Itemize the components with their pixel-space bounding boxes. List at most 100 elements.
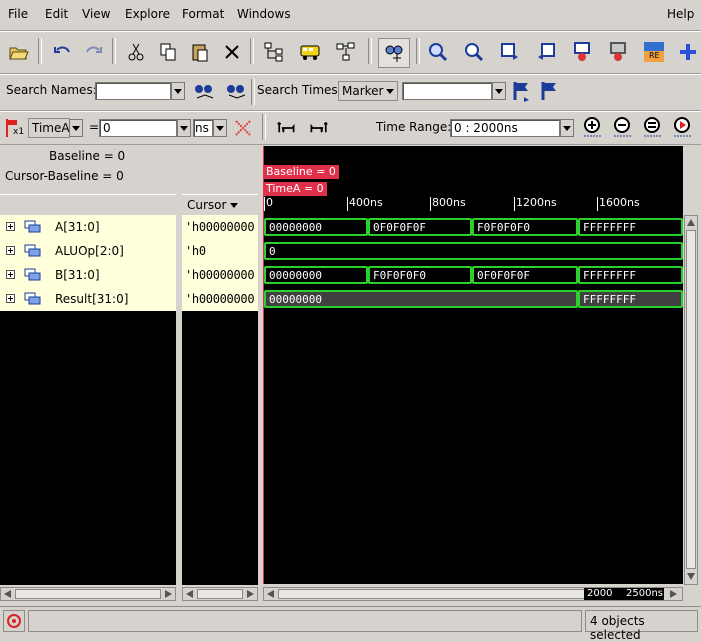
search-prev-icon[interactable] bbox=[192, 79, 216, 103]
vertical-scroll-thumb[interactable] bbox=[686, 230, 696, 569]
scroll-down-icon[interactable] bbox=[687, 573, 695, 580]
wave-segment[interactable]: FFFFFFFF bbox=[578, 266, 683, 284]
scroll-left-icon[interactable] bbox=[4, 590, 11, 598]
bus-icon bbox=[24, 268, 41, 281]
next-edge-icon[interactable] bbox=[534, 40, 558, 64]
delete-marker-icon[interactable] bbox=[606, 40, 630, 64]
cut-icon[interactable] bbox=[124, 40, 148, 64]
hierarchy-icon[interactable] bbox=[262, 40, 286, 64]
schematic-bus-icon[interactable] bbox=[298, 40, 322, 64]
values-scroll-thumb[interactable] bbox=[197, 589, 243, 599]
flag-next-icon[interactable] bbox=[537, 79, 561, 103]
re-simulate-icon[interactable]: RE bbox=[642, 40, 666, 64]
menu-format[interactable]: Format bbox=[182, 7, 224, 21]
menu-file[interactable]: File bbox=[8, 7, 28, 21]
expand-icon[interactable] bbox=[6, 294, 15, 303]
prev-edge-icon[interactable] bbox=[498, 40, 522, 64]
design-tree-icon[interactable] bbox=[334, 40, 358, 64]
marker-flag-icon[interactable]: x1 bbox=[5, 118, 25, 138]
cursor-value: 'h0 bbox=[185, 244, 206, 258]
remove-marker-icon[interactable] bbox=[570, 40, 594, 64]
flag-prev-icon[interactable] bbox=[509, 79, 533, 103]
find-signal-icon[interactable] bbox=[378, 38, 410, 68]
marker-time-input[interactable]: 0 bbox=[99, 119, 177, 137]
paste-icon[interactable] bbox=[188, 40, 212, 64]
search-names-input[interactable] bbox=[95, 82, 171, 100]
search-times-input[interactable] bbox=[402, 82, 492, 100]
undo-icon[interactable] bbox=[50, 40, 74, 64]
wave-segment[interactable]: 0 bbox=[264, 242, 683, 260]
waveform-scroll-thumb[interactable] bbox=[278, 589, 588, 599]
scroll-up-icon[interactable] bbox=[687, 219, 695, 226]
waveform-pane[interactable]: Baseline = 0 TimeA = 0 0 400ns 800ns 120… bbox=[263, 146, 683, 584]
cursor-line[interactable] bbox=[263, 146, 264, 584]
marker-time-dropdown[interactable] bbox=[177, 119, 191, 137]
scroll-left-icon[interactable] bbox=[186, 590, 193, 598]
zoom-fit-icon[interactable] bbox=[426, 40, 450, 64]
add-icon[interactable] bbox=[676, 40, 700, 64]
zoom-cursor-icon[interactable] bbox=[671, 115, 695, 139]
names-scroll-thumb[interactable] bbox=[15, 589, 161, 599]
menu-windows[interactable]: Windows bbox=[237, 7, 291, 21]
scroll-left-icon[interactable] bbox=[267, 590, 274, 598]
signal-row-result[interactable]: Result[31:0] bbox=[0, 287, 176, 311]
step-forward-icon[interactable] bbox=[305, 116, 333, 140]
bus-icon bbox=[24, 244, 41, 257]
marker-select-dropdown[interactable] bbox=[69, 119, 83, 137]
wave-segment[interactable]: 0F0F0F0F bbox=[368, 218, 472, 236]
signal-row-b[interactable]: B[31:0] bbox=[0, 263, 176, 287]
copy-icon[interactable] bbox=[156, 40, 180, 64]
expand-icon[interactable] bbox=[6, 246, 15, 255]
wave-segment[interactable]: F0F0F0F0 bbox=[368, 266, 472, 284]
menu-help[interactable]: Help bbox=[667, 7, 694, 21]
step-back-icon[interactable] bbox=[272, 116, 300, 140]
value-row[interactable]: 'h0 bbox=[182, 239, 258, 263]
marker-select[interactable]: TimeA bbox=[28, 118, 70, 138]
open-folder-icon[interactable] bbox=[6, 40, 30, 64]
time-range-input[interactable]: 0 : 2000ns bbox=[450, 119, 560, 137]
value-row[interactable]: 'h00000000 bbox=[182, 215, 258, 239]
waveform-hscrollbar[interactable]: 2000 2500ns bbox=[263, 587, 683, 601]
scroll-right-icon[interactable] bbox=[247, 590, 254, 598]
expand-icon[interactable] bbox=[6, 270, 15, 279]
zoom-out-icon[interactable] bbox=[611, 115, 635, 139]
vertical-scrollbar[interactable] bbox=[684, 215, 698, 585]
wave-segment[interactable]: FFFFFFFF bbox=[578, 218, 683, 236]
expand-icon[interactable] bbox=[6, 222, 15, 231]
menu-view[interactable]: View bbox=[82, 7, 110, 21]
timea-marker-tag[interactable]: TimeA = 0 bbox=[263, 182, 327, 196]
signal-row-aluop[interactable]: ALUOp[2:0] bbox=[0, 239, 176, 263]
wave-segment[interactable]: 00000000 bbox=[264, 266, 368, 284]
scroll-right-icon[interactable] bbox=[670, 590, 677, 598]
zoom-in-icon[interactable] bbox=[581, 115, 605, 139]
search-times-dropdown[interactable] bbox=[492, 82, 506, 100]
wave-segment[interactable]: 00000000 bbox=[264, 290, 578, 308]
cursor-column-header[interactable]: Cursor bbox=[182, 194, 258, 216]
delete-icon[interactable] bbox=[220, 40, 244, 64]
wave-segment[interactable]: 0F0F0F0F bbox=[472, 266, 578, 284]
time-range-dropdown[interactable] bbox=[560, 119, 574, 137]
zoom-full-icon[interactable] bbox=[641, 115, 665, 139]
tick-label: 0 bbox=[266, 196, 273, 209]
stop-icon[interactable] bbox=[3, 610, 25, 632]
zoom-area-icon[interactable] bbox=[462, 40, 486, 64]
values-hscrollbar[interactable] bbox=[182, 587, 258, 601]
signal-row-a[interactable]: A[31:0] bbox=[0, 215, 176, 239]
value-row[interactable]: 'h00000000 bbox=[182, 263, 258, 287]
wave-segment[interactable]: F0F0F0F0 bbox=[472, 218, 578, 236]
scroll-right-icon[interactable] bbox=[165, 590, 172, 598]
search-names-dropdown[interactable] bbox=[171, 82, 185, 100]
wave-segment[interactable]: FFFFFFFF bbox=[578, 290, 683, 308]
search-next-icon[interactable] bbox=[224, 79, 248, 103]
delete-marker-x-icon[interactable] bbox=[231, 116, 255, 140]
unit-input[interactable]: ns bbox=[193, 119, 213, 137]
wave-segment[interactable]: 00000000 bbox=[264, 218, 368, 236]
selection-status: 4 objects selected bbox=[585, 610, 698, 642]
baseline-marker-tag[interactable]: Baseline = 0 bbox=[263, 165, 339, 179]
names-hscrollbar[interactable] bbox=[0, 587, 176, 601]
unit-dropdown[interactable] bbox=[213, 119, 227, 137]
menu-edit[interactable]: Edit bbox=[45, 7, 68, 21]
menu-explore[interactable]: Explore bbox=[125, 7, 170, 21]
redo-icon[interactable] bbox=[82, 40, 106, 64]
value-row[interactable]: 'h00000000 bbox=[182, 287, 258, 311]
